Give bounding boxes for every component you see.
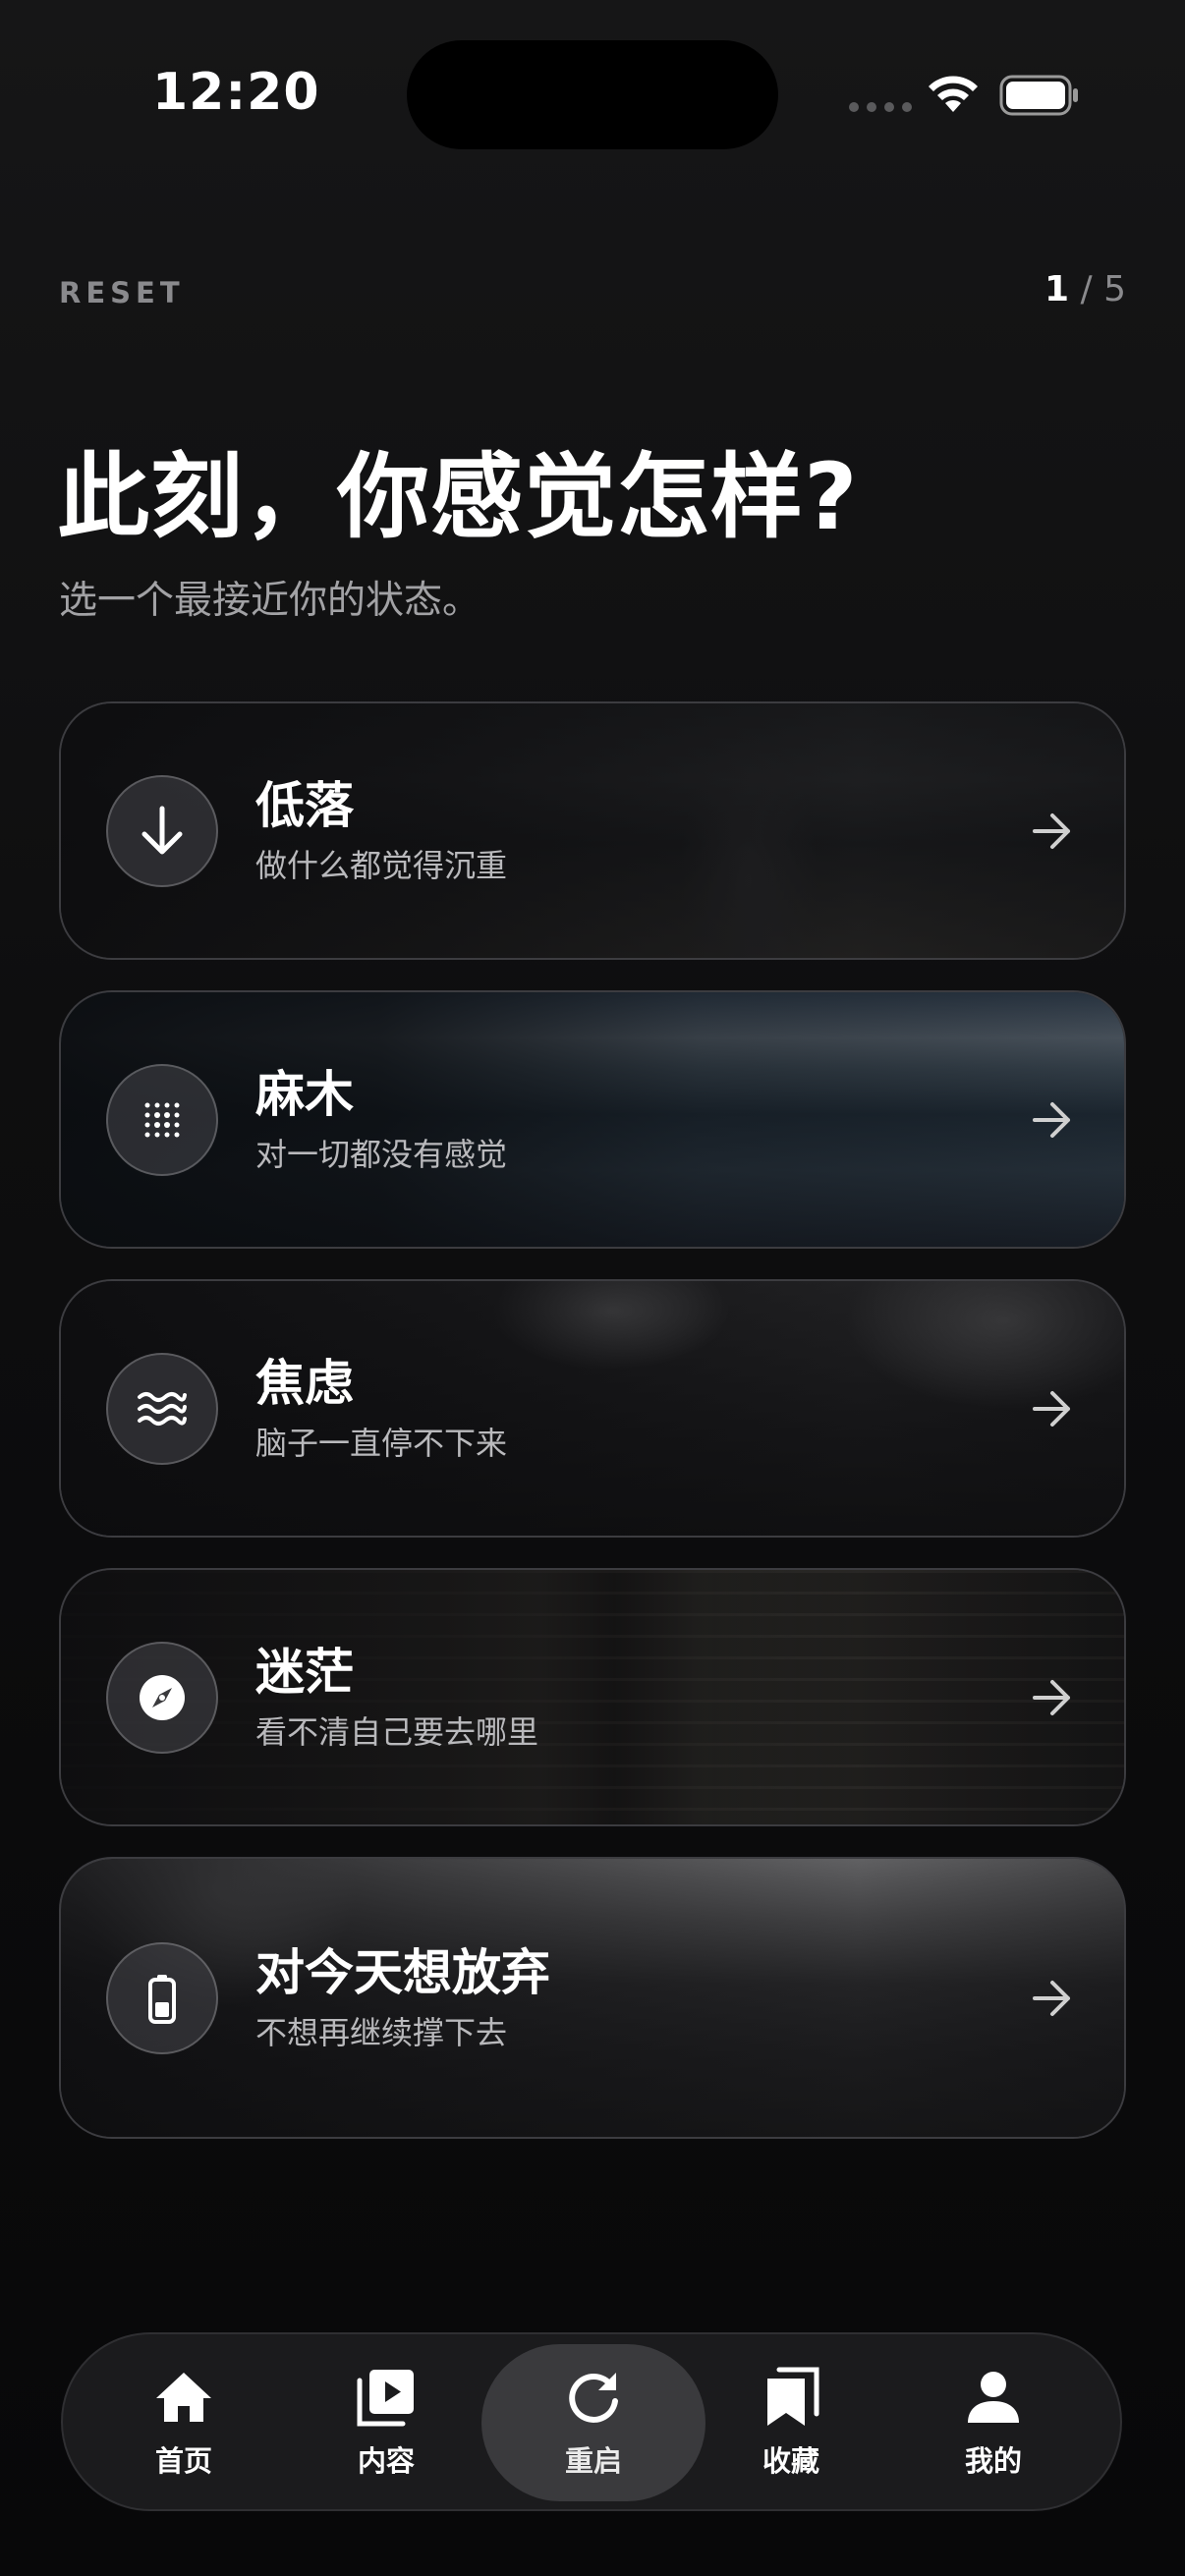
compass-icon [106,1641,218,1754]
person-icon [966,2366,1021,2429]
mood-card-low[interactable]: 低落 做什么都觉得沉重 [59,701,1126,960]
arrow-right-icon [1033,1390,1070,1427]
cellular-signal-icon [849,102,912,112]
tab-label: 我的 [964,2444,1022,2478]
mood-check-screen: 12:20 RESET 1 / 5 此刻，你感觉怎样? 选一个最接近你的状态。 … [0,0,1185,2576]
arrow-right-icon [1033,1679,1070,1715]
page-subtitle: 选一个最接近你的状态。 [59,579,481,623]
mood-title: 麻木 [255,1065,354,1123]
tab-label: 收藏 [762,2444,819,2478]
step-separator: / [1080,269,1093,309]
arrow-right-icon [1033,812,1070,849]
mood-title: 焦虑 [255,1354,354,1412]
tab-label: 重启 [564,2444,622,2478]
refresh-icon [565,2366,622,2429]
page-title: 此刻，你感觉怎样? [57,444,859,551]
mood-card-anxious[interactable]: 焦虑 脑子一直停不下来 [59,1279,1126,1538]
mood-subtitle: 对一切都没有感觉 [255,1135,508,1173]
dot-grid-icon [106,1063,218,1176]
mood-subtitle: 不想再继续撑下去 [255,2013,508,2051]
play-library-icon [356,2366,417,2429]
tab-profile[interactable]: 我的 [892,2344,1095,2501]
step-indicator: 1 / 5 [1044,269,1126,309]
waves-icon [106,1352,218,1465]
tab-home[interactable]: 首页 [83,2344,285,2501]
arrow-right-icon [1033,1980,1070,2016]
bottom-tab-bar: 首页 内容 重启 收藏 我的 [61,2332,1122,2511]
mood-title: 迷茫 [255,1643,354,1701]
battery-low-icon [106,1941,218,2054]
battery-icon [999,75,1078,116]
step-current: 1 [1044,269,1070,309]
wifi-icon [929,76,978,112]
tab-label: 内容 [357,2444,415,2478]
home-icon [154,2366,213,2429]
brand-label: RESET [59,276,185,309]
mood-title: 对今天想放弃 [255,1943,550,2001]
arrow-right-icon [1033,1101,1070,1138]
tab-restart[interactable]: 重启 [481,2344,705,2501]
mood-subtitle: 看不清自己要去哪里 [255,1712,539,1751]
tab-favorites[interactable]: 收藏 [690,2344,892,2501]
status-time: 12:20 [152,63,320,122]
arrow-down-icon [106,774,218,887]
tab-label: 首页 [154,2444,212,2478]
dynamic-island [407,40,778,149]
mood-card-lost[interactable]: 迷茫 看不清自己要去哪里 [59,1568,1126,1826]
mood-subtitle: 做什么都觉得沉重 [255,846,508,884]
bookmarks-icon [762,2366,820,2429]
mood-title: 低落 [255,776,354,834]
tab-content[interactable]: 内容 [285,2344,487,2501]
mood-subtitle: 脑子一直停不下来 [255,1424,508,1462]
mood-card-give-up[interactable]: 对今天想放弃 不想再继续撑下去 [59,1857,1126,2139]
step-total: 5 [1103,269,1126,309]
mood-card-numb[interactable]: 麻木 对一切都没有感觉 [59,990,1126,1249]
